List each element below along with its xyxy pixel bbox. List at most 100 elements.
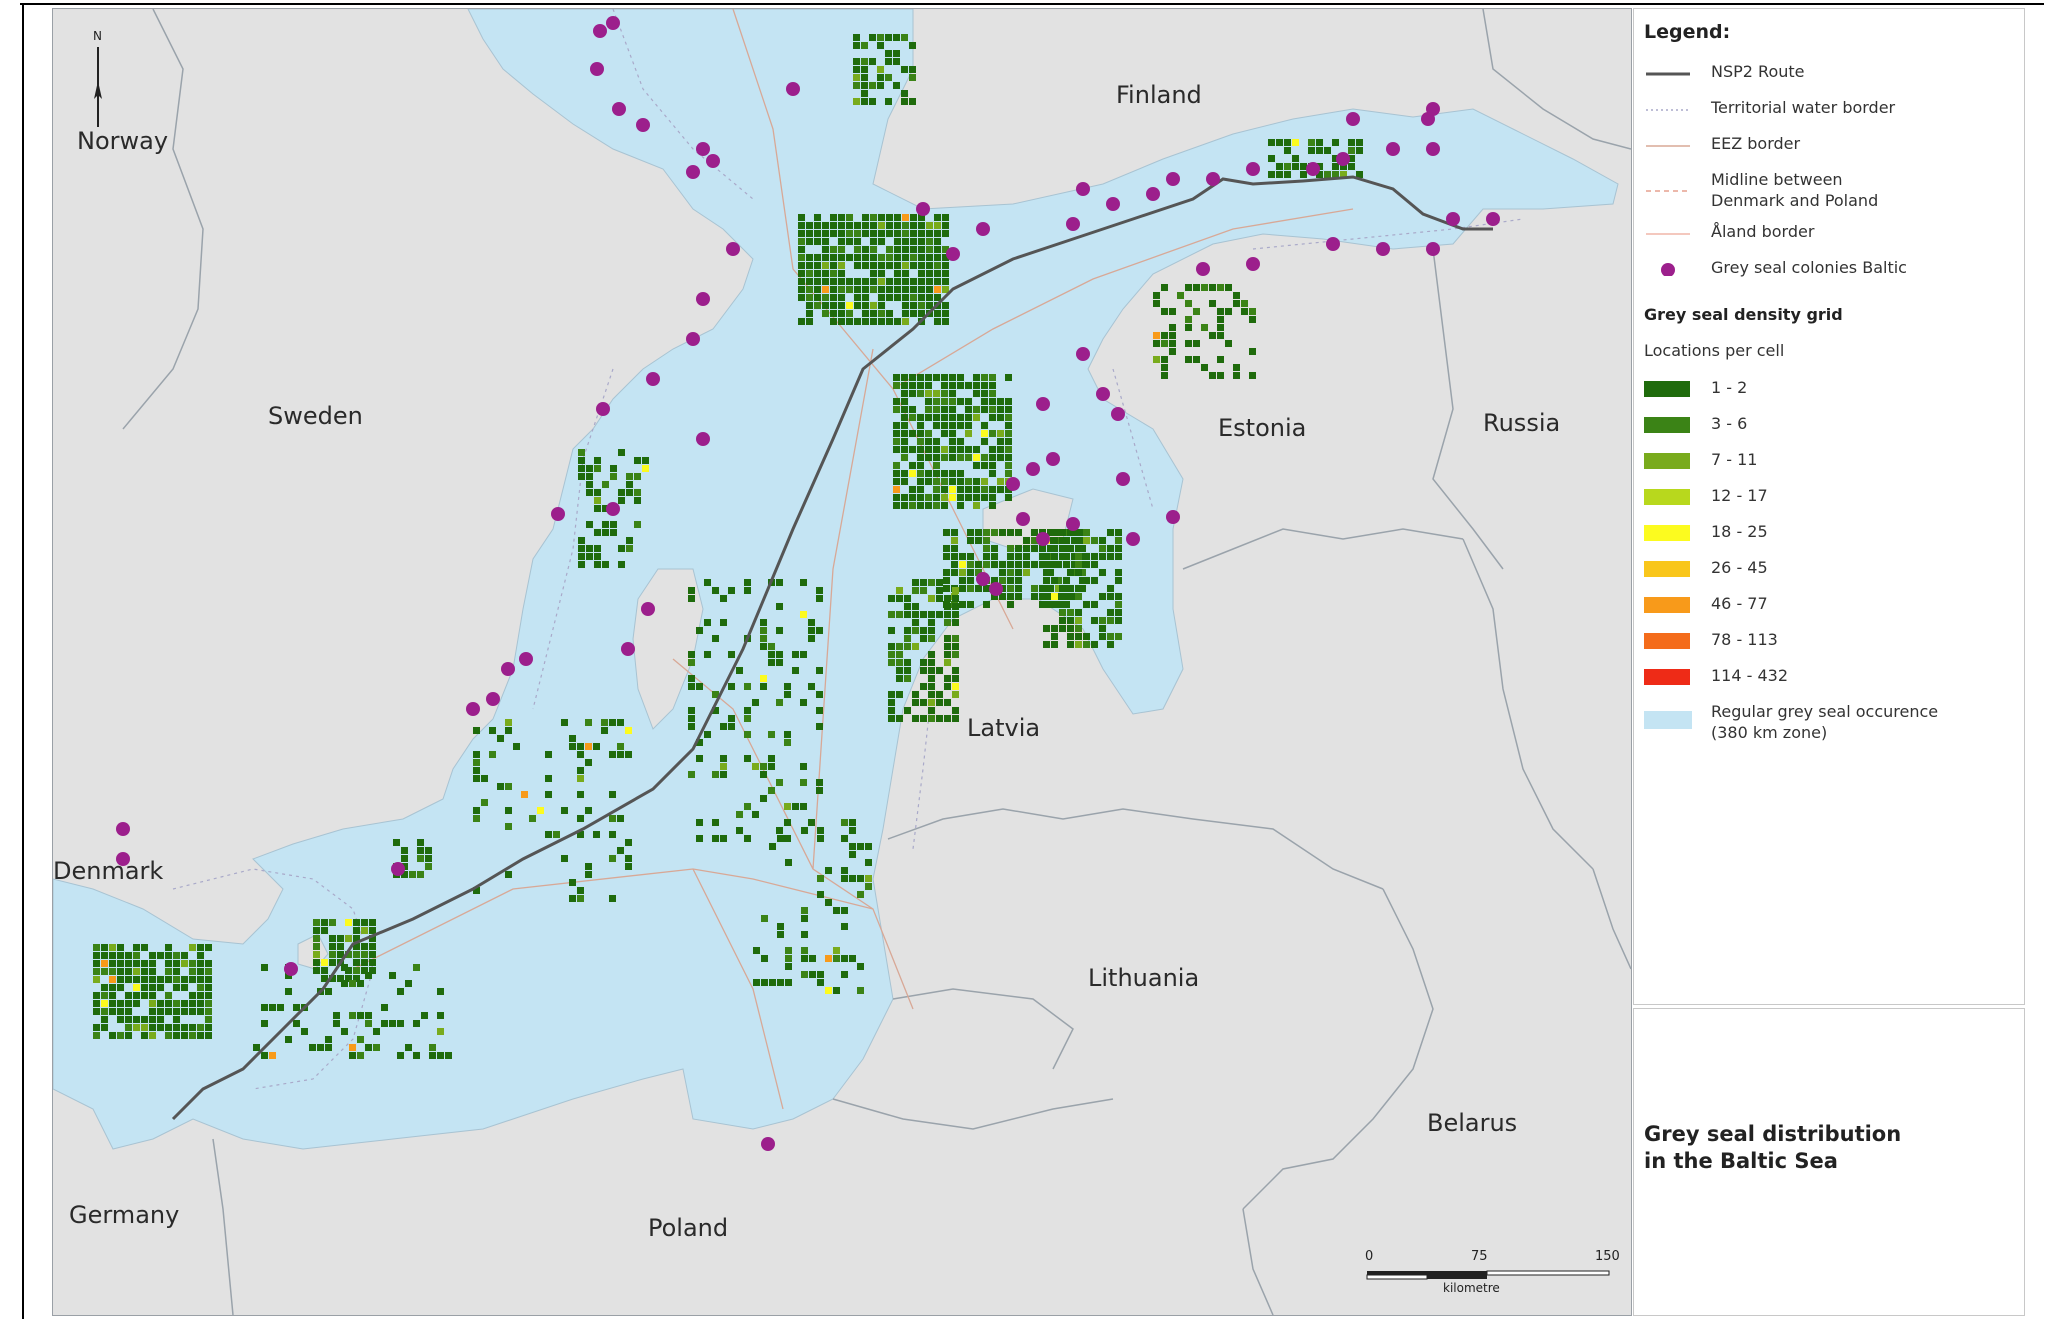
density-cell: [1356, 147, 1363, 154]
seal-colony-marker[interactable]: [1066, 517, 1080, 531]
seal-colony-marker[interactable]: [1346, 112, 1360, 126]
seal-colony-marker[interactable]: [621, 642, 635, 656]
seal-colony-marker[interactable]: [1116, 472, 1130, 486]
seal-colony-marker[interactable]: [1206, 172, 1220, 186]
seal-colony-marker[interactable]: [596, 402, 610, 416]
seal-colony-marker[interactable]: [989, 582, 1003, 596]
seal-colony-marker[interactable]: [606, 502, 620, 516]
seal-colony-marker[interactable]: [1126, 532, 1140, 546]
seal-colony-marker[interactable]: [1246, 257, 1260, 271]
seal-colony-marker[interactable]: [1111, 407, 1125, 421]
seal-colony-marker[interactable]: [1306, 162, 1320, 176]
seal-colony-marker[interactable]: [1006, 477, 1020, 491]
seal-colony-marker[interactable]: [1106, 197, 1120, 211]
seal-colony-marker[interactable]: [1336, 152, 1350, 166]
seal-colony-marker[interactable]: [606, 16, 620, 30]
seal-colony-marker[interactable]: [1426, 142, 1440, 156]
seal-colony-marker[interactable]: [1386, 142, 1400, 156]
seal-colony-marker[interactable]: [686, 332, 700, 346]
seal-colony-marker[interactable]: [116, 822, 130, 836]
seal-colony-marker[interactable]: [1166, 172, 1180, 186]
seal-colony-marker[interactable]: [1376, 242, 1390, 256]
seal-colony-marker[interactable]: [551, 507, 565, 521]
seal-colony-marker[interactable]: [1426, 102, 1440, 116]
density-cell: [822, 222, 829, 229]
density-cell: [878, 254, 885, 261]
seal-colony-marker[interactable]: [1196, 262, 1210, 276]
density-cell: [369, 959, 376, 966]
seal-colony-marker[interactable]: [519, 652, 533, 666]
density-cell: [942, 278, 949, 285]
density-cell: [1284, 139, 1291, 146]
seal-colony-marker[interactable]: [706, 154, 720, 168]
density-cell: [585, 719, 592, 726]
seal-colony-marker[interactable]: [590, 62, 604, 76]
map-panel[interactable]: N Norway Finland Sweden Estonia Russia L…: [52, 8, 1632, 1316]
seal-colony-marker[interactable]: [1426, 242, 1440, 256]
seal-colony-marker[interactable]: [786, 82, 800, 96]
seal-colony-marker[interactable]: [1016, 512, 1030, 526]
density-cell: [885, 58, 892, 65]
seal-colony-marker[interactable]: [486, 692, 500, 706]
seal-colony-marker[interactable]: [976, 572, 990, 586]
seal-colony-marker[interactable]: [641, 602, 655, 616]
density-cell: [760, 795, 767, 802]
density-cell: [1217, 308, 1224, 315]
seal-colony-marker[interactable]: [636, 118, 650, 132]
density-cell: [125, 976, 132, 983]
density-cell: [349, 1052, 356, 1059]
seal-colony-marker[interactable]: [1036, 397, 1050, 411]
seal-colony-marker[interactable]: [501, 662, 515, 676]
seal-colony-marker[interactable]: [466, 702, 480, 716]
seal-colony-marker[interactable]: [1486, 212, 1500, 226]
density-cell: [744, 683, 751, 690]
seal-colony-marker[interactable]: [1096, 387, 1110, 401]
density-cell: [1059, 593, 1066, 600]
density-cell: [926, 254, 933, 261]
seal-colony-marker[interactable]: [1036, 532, 1050, 546]
seal-colony-marker[interactable]: [946, 247, 960, 261]
density-cell: [736, 827, 743, 834]
seal-colony-marker[interactable]: [646, 372, 660, 386]
seal-colony-marker[interactable]: [686, 165, 700, 179]
seal-colony-marker[interactable]: [1026, 462, 1040, 476]
seal-colony-marker[interactable]: [696, 142, 710, 156]
seal-colony-marker[interactable]: [1246, 162, 1260, 176]
density-cell: [1005, 494, 1012, 501]
seal-colony-marker[interactable]: [1066, 217, 1080, 231]
density-cell: [901, 470, 908, 477]
seal-colony-marker[interactable]: [696, 292, 710, 306]
density-cell: [157, 1016, 164, 1023]
frame-top-line: [20, 3, 2044, 5]
seal-colony-marker[interactable]: [761, 1137, 775, 1151]
seal-colony-marker[interactable]: [1326, 237, 1340, 251]
density-cell: [861, 82, 868, 89]
seal-colony-marker[interactable]: [284, 962, 298, 976]
seal-colony-marker[interactable]: [391, 862, 405, 876]
density-cell: [838, 254, 845, 261]
density-cell: [981, 422, 988, 429]
density-cell: [877, 34, 884, 41]
seal-colony-marker[interactable]: [1076, 347, 1090, 361]
seal-colony-marker[interactable]: [612, 102, 626, 116]
density-cell: [814, 294, 821, 301]
seal-colony-marker[interactable]: [1446, 212, 1460, 226]
seal-colony-marker[interactable]: [1166, 510, 1180, 524]
density-cell: [861, 90, 868, 97]
density-cell: [1115, 553, 1122, 560]
density-cell: [934, 270, 941, 277]
seal-colony-marker[interactable]: [726, 242, 740, 256]
density-cell: [349, 1012, 356, 1019]
density-cell: [902, 238, 909, 245]
seal-colony-marker[interactable]: [696, 432, 710, 446]
seal-colony-marker[interactable]: [593, 24, 607, 38]
seal-colony-marker[interactable]: [1076, 182, 1090, 196]
baltic-map[interactable]: [53, 9, 1631, 1315]
seal-colony-marker[interactable]: [916, 202, 930, 216]
density-cell: [825, 899, 832, 906]
seal-colony-marker[interactable]: [1146, 187, 1160, 201]
grid-heading: Grey seal density grid: [1644, 305, 1843, 324]
seal-colony-marker[interactable]: [976, 222, 990, 236]
density-cell: [912, 643, 919, 650]
seal-colony-marker[interactable]: [1046, 452, 1060, 466]
